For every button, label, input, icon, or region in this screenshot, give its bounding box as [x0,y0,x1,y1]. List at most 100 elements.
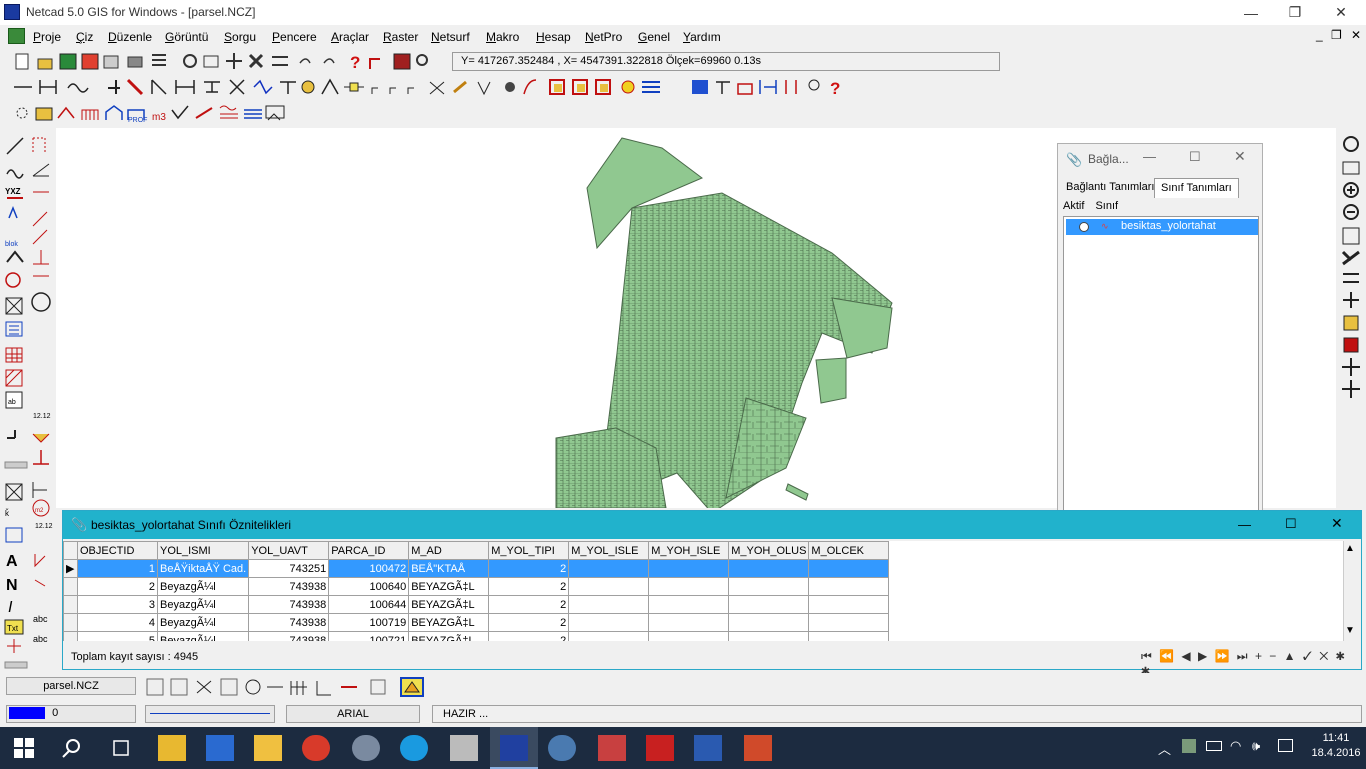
col-m-olcek[interactable]: M_OLCEK [808,541,890,560]
menu-araclar[interactable]: Araçlar [331,30,369,44]
close-button[interactable]: ✕ [1318,0,1364,25]
mdi-minimize-button[interactable]: _ [1316,28,1323,42]
menu-goruntu[interactable]: Görüntü [165,30,208,44]
volume-icon[interactable]: 🕪 [1252,738,1260,754]
table-cell[interactable]: 100640 [328,577,410,596]
left-toolbox-icons[interactable]: YXZ blok ab 12.12 ǩ m2 12.12 A N I Txt a… [3,134,53,669]
mdi-restore-button[interactable]: ❐ [1331,28,1342,42]
table-row[interactable]: ▶ 1 BeÅŸiktaÅŸ Cad. 743251 100472 BEÅ"KTAÅ 2 [63,559,890,578]
chrome-icon[interactable] [302,735,330,761]
col-m-yol-tipi[interactable]: M_YOL_TIPI [488,541,570,560]
menu-genel[interactable]: Genel [638,30,670,44]
folder-app-icon[interactable] [254,735,282,761]
col-parca-id[interactable]: PARCA_ID [328,541,410,560]
row-indicator[interactable] [63,577,78,596]
table-cell[interactable]: 2 [488,613,570,632]
table-cell[interactable] [568,631,650,641]
wifi-icon[interactable]: ◠ [1230,738,1241,754]
table-cell[interactable] [728,595,810,614]
powerpoint-icon[interactable] [744,735,772,761]
table-cell[interactable]: 1 [77,559,158,578]
row-indicator[interactable] [63,595,78,614]
status-tools-icons[interactable] [145,677,430,697]
attr-close-button[interactable]: ✕ [1331,515,1343,532]
col-m-yoh-isle[interactable]: M_YOH_ISLE [648,541,730,560]
table-cell[interactable]: BEÅ"KTAÅ [408,559,490,578]
col-yol-uavt[interactable]: YOL_UAVT [248,541,330,560]
font-field[interactable]: ARIAL [286,705,420,723]
right-toolbox-icons[interactable] [1341,134,1363,404]
table-cell[interactable]: 2 [77,577,158,596]
table-cell[interactable]: 2 [488,631,570,641]
table-cell[interactable] [808,577,890,596]
table-cell[interactable] [648,613,730,632]
linetype-field[interactable] [145,705,275,723]
table-cell[interactable] [648,631,730,641]
table-cell[interactable]: BeyazgÃ¼l [156,595,250,614]
table-cell[interactable]: BEYAZGÃ‡L [408,595,490,614]
panel-maximize-button[interactable]: ☐ [1189,149,1201,165]
notifications-icon[interactable] [1278,739,1293,752]
table-cell[interactable] [808,559,890,578]
table-row[interactable]: 5 BeyazgÃ¼l 743938 100721 BEYAZGÃ‡L 2 [63,631,890,641]
table-cell[interactable] [568,559,650,578]
table-cell[interactable] [568,577,650,596]
table-cell[interactable] [728,559,810,578]
panel-close-button[interactable]: ✕ [1234,148,1246,165]
col-m-ad[interactable]: M_AD [408,541,490,560]
table-cell[interactable]: BeyazgÃ¼l [156,577,250,596]
table-cell[interactable] [808,631,890,641]
table-cell[interactable] [648,577,730,596]
col-m-yoh-olus[interactable]: M_YOH_OLUS [728,541,810,560]
table-cell[interactable]: 743938 [248,631,330,641]
table-cell[interactable]: 2 [488,595,570,614]
netcad-taskbar-button[interactable] [490,727,538,769]
tray-app-icon[interactable] [1182,739,1196,753]
table-row[interactable]: 4 BeyazgÃ¼l 743938 100719 BEYAZGÃ‡L 2 [63,613,890,632]
table-cell[interactable]: 100721 [328,631,410,641]
table-cell[interactable] [648,595,730,614]
table-cell[interactable]: 743938 [248,577,330,596]
table-cell[interactable]: 100719 [328,613,410,632]
menu-netsurf[interactable]: Netsurf [431,30,470,44]
menu-sorgu[interactable]: Sorgu [224,30,256,44]
table-cell[interactable]: 4 [77,613,158,632]
word-icon[interactable] [694,735,722,761]
table-cell[interactable]: 2 [488,577,570,596]
table-cell[interactable]: 5 [77,631,158,641]
table-cell[interactable]: BEYAZGÃ‡L [408,577,490,596]
menu-raster[interactable]: Raster [383,30,418,44]
windows-start-icon[interactable] [14,738,34,758]
col-yol-ismi[interactable]: YOL_ISMI [156,541,250,560]
tab-connection-definitions[interactable]: Bağlantı Tanımları [1060,178,1160,198]
table-cell[interactable]: BeyazgÃ¼l [156,613,250,632]
skype-icon[interactable] [400,735,428,761]
table-cell[interactable]: 2 [488,559,570,578]
table-cell[interactable]: BeÅŸiktaÅŸ Cad. [156,559,250,578]
table-cell[interactable]: 100644 [328,595,410,614]
row-indicator[interactable] [63,631,78,641]
layer-field[interactable]: 0 [6,705,136,723]
table-cell[interactable] [808,613,890,632]
class-list-item[interactable]: ∿ besiktas_yolortahat [1066,219,1258,235]
globe-app-icon[interactable] [352,735,380,761]
mdi-close-button[interactable]: ✕ [1351,28,1361,42]
table-cell[interactable]: BeyazgÃ¼l [156,631,250,641]
table-cell[interactable] [808,595,890,614]
menu-hesap[interactable]: Hesap [536,30,571,44]
table-row[interactable]: 3 BeyazgÃ¼l 743938 100644 BEYAZGÃ‡L 2 [63,595,890,614]
document-icon[interactable] [8,28,25,44]
toolbar-draw-icons[interactable]: ? [10,76,860,98]
table-cell[interactable]: 743938 [248,613,330,632]
store-icon[interactable] [206,735,234,761]
taskbar-clock[interactable]: 11:41 18.4.2016 [1310,731,1362,761]
col-m-yol-isle[interactable]: M_YOL_ISLE [568,541,650,560]
search-icon[interactable] [62,738,82,758]
pen-app-icon[interactable] [598,735,626,761]
toolbar-main-icons[interactable]: ? [10,51,450,73]
table-cell[interactable] [568,595,650,614]
table-cell[interactable] [728,631,810,641]
table-cell[interactable]: BEYAZGÃ‡L [408,613,490,632]
table-row[interactable]: 2 BeyazgÃ¼l 743938 100640 BEYAZGÃ‡L 2 [63,577,890,596]
radio-icon[interactable] [1079,222,1089,232]
